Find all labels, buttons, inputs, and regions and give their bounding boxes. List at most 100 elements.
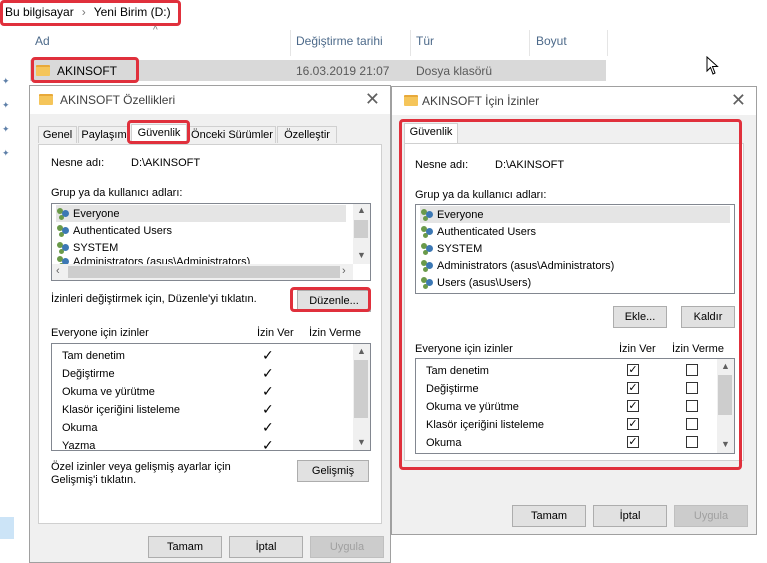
remove-button[interactable]: Kaldır: [681, 306, 735, 328]
deny-checkbox[interactable]: [686, 418, 698, 430]
scroll-up-icon[interactable]: ▲: [353, 205, 370, 215]
list-item[interactable]: Everyone: [56, 205, 346, 222]
scroll-up-icon[interactable]: ▲: [717, 361, 734, 371]
permission-row: Klasör içeriğini listeleme: [426, 416, 544, 433]
allow-check-icon: ✓: [262, 383, 274, 399]
scroll-up-icon[interactable]: ▲: [353, 346, 370, 356]
dialog-titlebar[interactable]: AKINSOFT Özellikleri ✕: [30, 86, 390, 114]
scroll-right-icon[interactable]: ›: [342, 265, 346, 277]
permission-name: Okuma ve yürütme: [426, 400, 519, 413]
users-horizontal-scrollbar[interactable]: ‹ ›: [52, 264, 353, 280]
permission-row: Okuma ve yürütme: [62, 383, 155, 400]
users-listbox[interactable]: Everyone Authenticated Users SYSTEM Admi…: [51, 203, 371, 281]
list-item[interactable]: Administrators (asus\Administrators): [420, 257, 614, 274]
scroll-down-icon[interactable]: ▼: [353, 250, 370, 260]
allow-checkbox[interactable]: ✓: [627, 382, 639, 394]
permission-row: Klasör içeriğini listeleme: [62, 401, 180, 418]
deny-column-label: İzin Verme: [672, 343, 724, 355]
permissions-scrollbar[interactable]: ▲ ▼: [717, 359, 734, 453]
scroll-thumb[interactable]: [354, 220, 368, 238]
permission-name: Tam denetim: [426, 364, 489, 377]
list-item[interactable]: Everyone: [420, 206, 730, 223]
column-header-size[interactable]: Boyut: [536, 34, 567, 48]
permissions-scrollbar[interactable]: ▲ ▼: [353, 344, 370, 450]
allow-checkbox[interactable]: ✓: [627, 400, 639, 412]
permission-row: Yazma: [62, 437, 95, 451]
allow-checkbox[interactable]: ✓: [627, 418, 639, 430]
deny-checkbox[interactable]: [686, 364, 698, 376]
sort-chevron-icon: ^: [153, 25, 158, 36]
permission-row: Tam denetim: [426, 362, 489, 379]
close-icon[interactable]: ✕: [731, 90, 746, 111]
user-label: Everyone: [437, 208, 484, 221]
security-panel: Nesne adı: D:\AKINSOFT Grup ya da kullan…: [404, 143, 744, 461]
tab-security[interactable]: Güvenlik: [404, 123, 458, 144]
change-hint: İzinleri değiştirmek için, Düzenle'yi tı…: [51, 293, 257, 305]
user-group-icon: [56, 224, 70, 237]
close-icon[interactable]: ✕: [365, 89, 380, 110]
permissions-listbox[interactable]: Tam denetim Değiştirme Okuma ve yürütme …: [415, 358, 735, 454]
tab-general[interactable]: Genel: [38, 126, 77, 143]
pin-icon: ✦: [2, 148, 10, 158]
permission-name: Değiştirme: [426, 382, 479, 395]
user-label: SYSTEM: [73, 241, 119, 254]
breadcrumb-this-pc[interactable]: Bu bilgisayar: [5, 5, 74, 19]
deny-checkbox[interactable]: [686, 382, 698, 394]
tab-sharing[interactable]: Paylaşım: [78, 126, 130, 143]
properties-dialog: AKINSOFT Özellikleri ✕ Genel Paylaşım Gü…: [29, 85, 391, 563]
advanced-hint: Özel izinler veya gelişmiş ayarlar için …: [51, 461, 276, 487]
list-item[interactable]: SYSTEM: [420, 240, 482, 257]
column-separator: [290, 30, 291, 56]
scroll-thumb[interactable]: [354, 360, 368, 418]
advanced-hint-text: Özel izinler veya gelişmiş ayarlar için …: [51, 461, 231, 486]
list-item[interactable]: Authenticated Users: [56, 222, 172, 239]
cancel-button[interactable]: İptal: [229, 536, 303, 558]
group-users-label: Grup ya da kullanıcı adları:: [415, 189, 547, 201]
edit-button[interactable]: Düzenle...: [297, 290, 371, 312]
column-header-type[interactable]: Tür: [416, 34, 434, 48]
allow-checkbox[interactable]: ✓: [627, 364, 639, 376]
list-item[interactable]: Users (asus\Users): [420, 274, 531, 291]
pin-icon: ✦: [2, 100, 10, 110]
ok-button[interactable]: Tamam: [512, 505, 586, 527]
deny-checkbox[interactable]: [686, 400, 698, 412]
list-item[interactable]: Authenticated Users: [420, 223, 536, 240]
folder-icon: [36, 65, 50, 76]
apply-button[interactable]: Uygula: [674, 505, 748, 527]
allow-checkbox[interactable]: ✓: [627, 436, 639, 448]
permission-name: Tam denetim: [62, 349, 125, 362]
scroll-thumb[interactable]: [68, 266, 340, 278]
file-name: AKINSOFT: [57, 64, 118, 78]
list-item[interactable]: SYSTEM: [56, 239, 118, 256]
users-vertical-scrollbar[interactable]: ▲ ▼: [353, 204, 370, 264]
tab-previous-versions[interactable]: Önceki Sürümler: [188, 126, 276, 143]
dialog-titlebar[interactable]: AKINSOFT İçin İzinler ✕: [392, 87, 756, 115]
user-group-icon: [420, 242, 434, 255]
permission-name: Klasör içeriğini listeleme: [426, 418, 544, 431]
permission-name: Okuma: [62, 421, 98, 434]
scroll-down-icon[interactable]: ▼: [717, 439, 734, 449]
permissions-listbox[interactable]: Tam denetim Değiştirme Okuma ve yürütme …: [51, 343, 371, 451]
advanced-button[interactable]: Gelişmiş: [297, 460, 369, 482]
tab-bar: Güvenlik: [404, 123, 744, 144]
column-header-name[interactable]: Ad: [35, 34, 50, 48]
column-header-modified[interactable]: Değiştirme tarihi: [296, 34, 383, 48]
allow-column-label: İzin Ver: [257, 327, 294, 339]
breadcrumb-drive-d[interactable]: Yeni Birim (D:): [94, 5, 171, 19]
tab-security[interactable]: Güvenlik: [131, 124, 187, 145]
tab-customize[interactable]: Özelleştir: [277, 126, 337, 143]
object-name-label: Nesne adı:: [51, 157, 105, 169]
file-row-akinsoft[interactable]: AKINSOFT 16.03.2019 21:07 Dosya klasörü: [30, 60, 606, 81]
scroll-down-icon[interactable]: ▼: [353, 437, 370, 447]
ok-button[interactable]: Tamam: [148, 536, 222, 558]
deny-checkbox[interactable]: [686, 436, 698, 448]
add-button[interactable]: Ekle...: [613, 306, 667, 328]
scroll-left-icon[interactable]: ‹: [56, 265, 60, 277]
permission-name: Okuma: [426, 436, 462, 449]
apply-button[interactable]: Uygula: [310, 536, 384, 558]
users-listbox[interactable]: Everyone Authenticated Users SYSTEM Admi…: [415, 204, 735, 294]
scroll-thumb[interactable]: [718, 375, 732, 415]
cancel-button[interactable]: İptal: [593, 505, 667, 527]
permission-row: Okuma ve yürütme: [426, 398, 519, 415]
user-group-icon: [56, 241, 70, 254]
